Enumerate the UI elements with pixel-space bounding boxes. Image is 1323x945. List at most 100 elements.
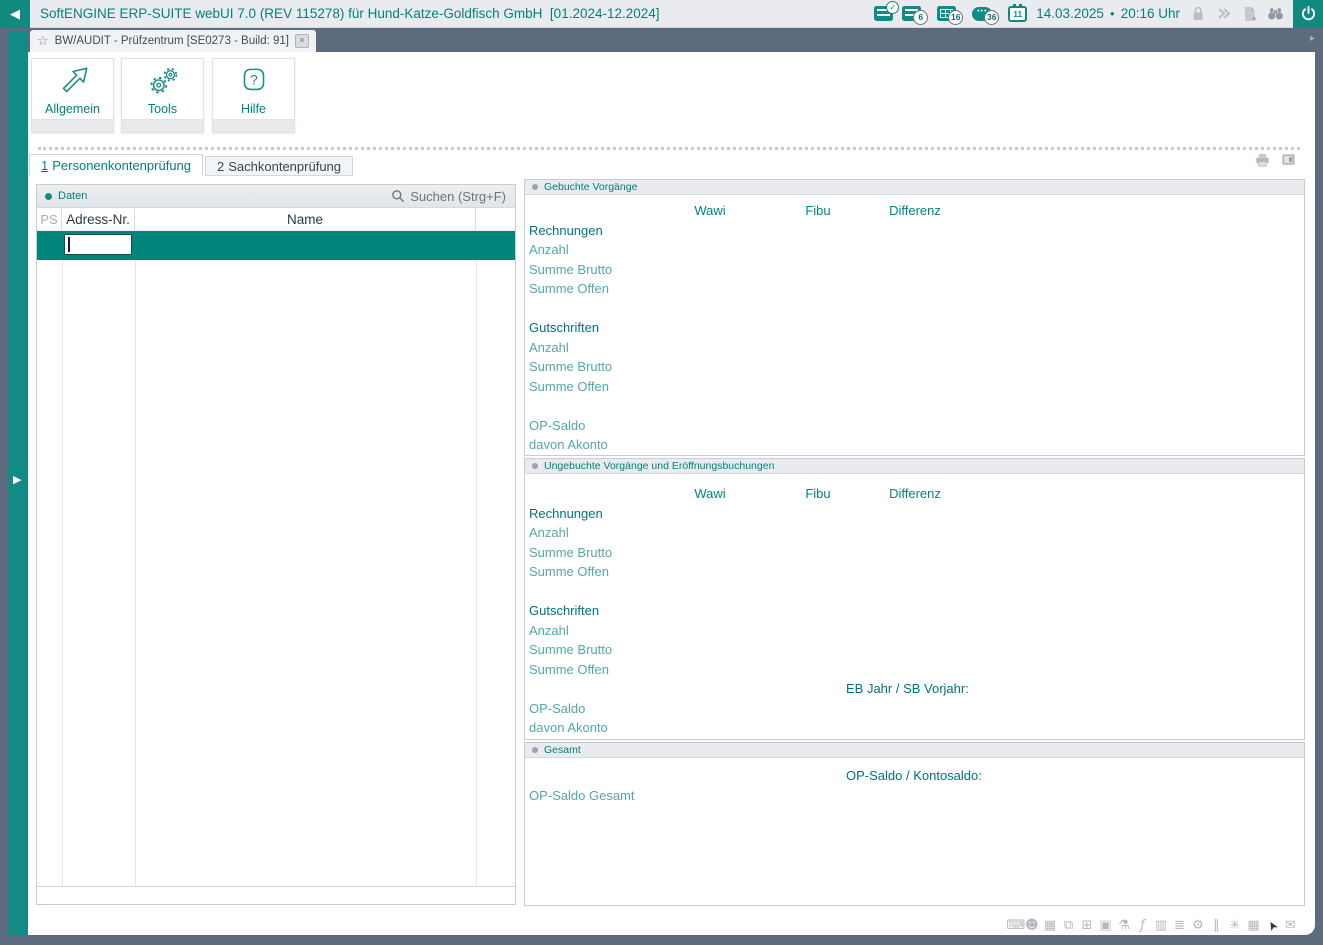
row-label: Summe Brutto: [529, 359, 613, 375]
tab-sachkontenpruefung[interactable]: 2 Sachkontenprüfung: [205, 156, 354, 176]
window-tab-pruefzentrum[interactable]: ☆ BW/AUDIT - Prüfzentrum [SE0273 - Build…: [30, 30, 317, 52]
data-panel-title: Daten: [58, 190, 88, 202]
col-differenz: Differenz: [889, 203, 941, 219]
back-button[interactable]: ◀: [0, 0, 30, 28]
toolbar-button-allgemein[interactable]: Allgemein: [31, 58, 114, 133]
check-tabs: 1 Personenkontenprüfung 2 Sachkontenprüf…: [29, 154, 354, 176]
row-label: OP-Saldo: [529, 417, 586, 433]
col-differenz: Differenz: [889, 486, 941, 502]
formula-icon[interactable]: ƒ: [1136, 918, 1149, 933]
row-label: Summe Brutto: [529, 544, 613, 560]
column-header-ps[interactable]: PS: [37, 208, 62, 230]
row-label: Summe Offen: [529, 281, 609, 297]
column-header-adressnr[interactable]: Adress-Nr.: [62, 208, 135, 230]
svg-text:?: ?: [250, 72, 258, 87]
tabs-scroll-right-icon[interactable]: ▸: [1310, 33, 1315, 44]
op-saldo-note: OP-Saldo / Kontosaldo:: [846, 768, 982, 784]
chat-count-badge: 36: [984, 9, 1000, 25]
title-bar: ◀ SoftENGINE ERP-SUITE webUI 7.0 (REV 11…: [0, 0, 1323, 28]
cursor-icon[interactable]: ➤: [1263, 916, 1282, 934]
toolbar-button-hilfe[interactable]: ? Hilfe: [212, 58, 295, 133]
row-label: Summe Brutto: [529, 642, 613, 658]
dotted-separator: [38, 147, 1300, 150]
grid-notifications-icon[interactable]: 16: [937, 6, 964, 25]
status-dot: [532, 184, 538, 190]
copy-icon[interactable]: ⧉: [1062, 918, 1075, 933]
lock-icon[interactable]: [1189, 5, 1206, 23]
tasks-count-badge: 6: [913, 10, 929, 25]
adressnr-input[interactable]: [64, 234, 132, 255]
toolbar-button-label: Tools: [147, 102, 178, 116]
titlebar-icons: ✓ 6 16 ••• 36 11 14.03.2025 ● 20:16 Uhr: [874, 0, 1323, 28]
flask-icon[interactable]: ⚗: [1118, 918, 1131, 933]
sidebar-collapse-strip[interactable]: ▶: [8, 31, 28, 935]
question-icon: ?: [235, 59, 273, 102]
printer-icon[interactable]: [1254, 151, 1271, 169]
row-label: davon Akonto: [529, 720, 608, 736]
binoculars-icon[interactable]: [1267, 5, 1284, 23]
lock-icon[interactable]: ▣: [1099, 918, 1112, 933]
print-preview-icon[interactable]: [1280, 151, 1297, 169]
eb-jahr-note: EB Jahr / SB Vorjahr:: [846, 681, 969, 697]
gears-icon: [144, 59, 182, 102]
forward-icon[interactable]: [1215, 5, 1232, 23]
search-control[interactable]: Suchen (Strg+F): [391, 189, 506, 204]
toolbar-button-label: Allgemein: [45, 102, 100, 116]
section-title: Ungebuchte Vorgänge und Eröffnungsbuchun…: [544, 460, 775, 472]
row-label: Summe Offen: [529, 661, 609, 677]
table-header: PS Adress-Nr. Name: [37, 208, 515, 231]
row-label: Anzahl: [529, 622, 569, 638]
arrow-ne-icon: [54, 59, 92, 102]
book-icon[interactable]: ▥: [1155, 918, 1168, 933]
gears-icon[interactable]: ⚙: [1192, 918, 1205, 933]
calendar-icon[interactable]: ▦: [1247, 918, 1260, 933]
document-star-icon[interactable]: ★: [1241, 5, 1258, 23]
user-icon[interactable]: ☻: [1025, 918, 1039, 933]
table-hscrollbar[interactable]: [37, 886, 515, 904]
search-icon: [392, 190, 405, 203]
table-body[interactable]: [37, 260, 515, 889]
row-label: Summe Offen: [529, 564, 609, 580]
tab-close-icon[interactable]: ×: [295, 34, 310, 48]
search-label: Suchen (Strg+F): [410, 188, 506, 204]
tab-personenkontenpruefung[interactable]: 1 Personenkontenprüfung: [29, 154, 204, 176]
datetime: 14.03.2025 ● 20:16 Uhr: [1036, 6, 1180, 21]
back-icon: ◀: [10, 5, 20, 21]
board-check-icon[interactable]: ✓: [874, 1, 900, 21]
bullet-separator: ●: [1109, 9, 1115, 18]
row-label: Anzahl: [529, 339, 569, 355]
row-label: Gutschriften: [529, 603, 600, 619]
column-header-extra: [476, 208, 515, 230]
window-tab-label: BW/AUDIT - Prüfzentrum [SE0273 - Build: …: [54, 35, 290, 47]
toolbar-button-tools[interactable]: Tools: [121, 58, 204, 133]
check-icon: ✓: [886, 1, 900, 14]
text-caret: [68, 237, 70, 252]
calculator-icon[interactable]: ▦: [1044, 918, 1057, 933]
report-icon[interactable]: ≣: [1173, 918, 1186, 933]
time-label: 20:16 Uhr: [1120, 6, 1180, 21]
row-label: Gutschriften: [529, 320, 600, 336]
row-label: Summe Offen: [529, 378, 609, 394]
message-icon[interactable]: ✉: [1284, 918, 1297, 933]
screen-icon[interactable]: ⊞: [1081, 918, 1094, 933]
chat-icon[interactable]: ••• 36: [972, 6, 1000, 25]
row-label: OP-Saldo Gesamt: [529, 787, 635, 803]
col-wawi: Wawi: [694, 486, 726, 502]
date-label: 14.03.2025: [1036, 6, 1104, 21]
row-label: Anzahl: [529, 525, 569, 541]
snowflake-icon[interactable]: ✳: [1229, 918, 1242, 933]
columns-icon[interactable]: ∥: [1210, 918, 1223, 933]
status-dot: [45, 192, 52, 200]
tasks-list-icon[interactable]: 6: [902, 6, 929, 25]
report-actions: [1254, 151, 1297, 169]
favorite-star-icon[interactable]: ☆: [37, 33, 49, 49]
logout-power-button[interactable]: [1293, 0, 1323, 28]
row-label: Rechnungen: [529, 505, 603, 521]
status-icon-bar: ⌨ ☻ ▦ ⧉ ⊞ ▣ ⚗ ƒ ▥ ≣ ⚙ ∥ ✳ ▦ ➤ ✉: [1007, 916, 1298, 934]
calendar-icon[interactable]: 11: [1008, 3, 1028, 22]
column-headers-row: Wawi Fibu Differenz: [525, 484, 1304, 504]
row-label: davon Akonto: [529, 437, 608, 453]
selected-table-row[interactable]: [37, 231, 515, 260]
column-header-name[interactable]: Name: [135, 208, 476, 230]
keyboard-icon[interactable]: ⌨: [1007, 918, 1026, 933]
